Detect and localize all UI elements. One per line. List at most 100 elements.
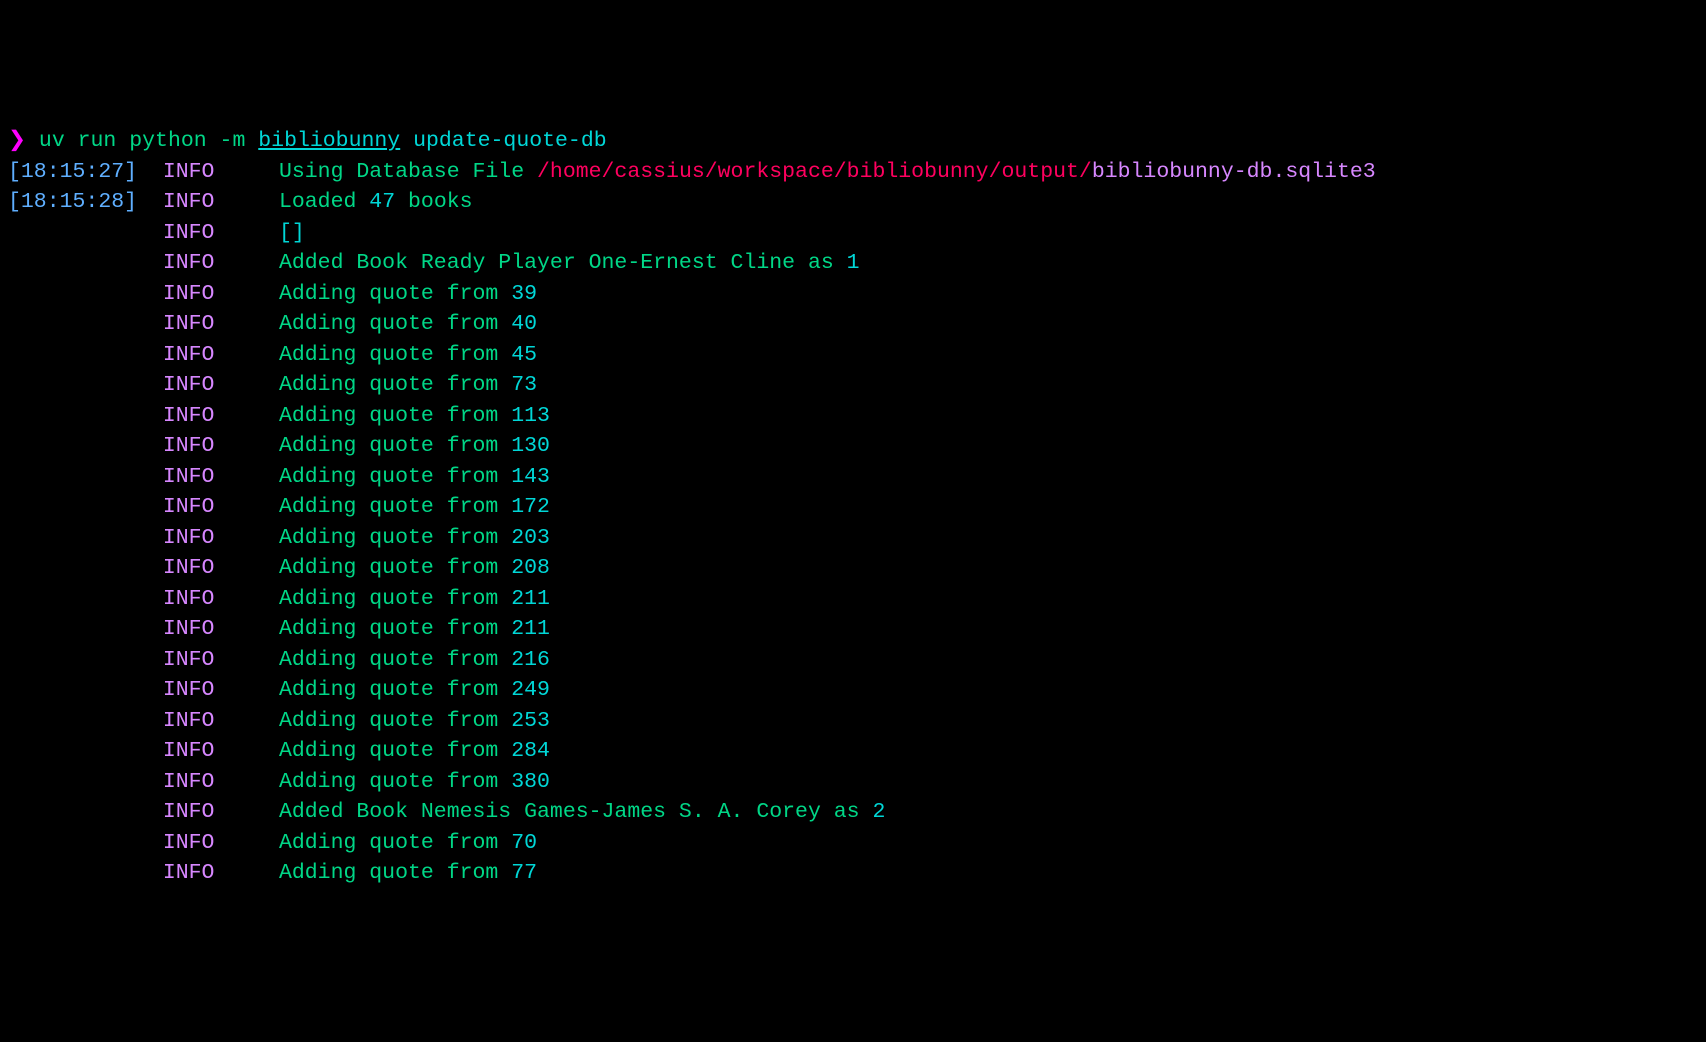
log-line: INFO Adding quote from 208 bbox=[8, 553, 1698, 584]
log-message-part: 211 bbox=[511, 617, 550, 641]
log-message-part: Adding quote from bbox=[279, 678, 511, 702]
log-message-part: 2 bbox=[872, 800, 885, 824]
log-message-part: Adding quote from bbox=[279, 495, 511, 519]
log-line: INFO Adding quote from 70 bbox=[8, 828, 1698, 859]
log-level: INFO bbox=[163, 221, 215, 245]
log-message-part: Adding quote from bbox=[279, 556, 511, 580]
log-level: INFO bbox=[163, 831, 215, 855]
log-message-part: 77 bbox=[511, 861, 537, 885]
log-message-part: 113 bbox=[511, 404, 550, 428]
log-line: INFO Adding quote from 253 bbox=[8, 706, 1698, 737]
log-line: [18:15:28] INFO Loaded 47 books bbox=[8, 187, 1698, 218]
log-message-part: Adding quote from bbox=[279, 343, 511, 367]
log-message-part: 216 bbox=[511, 648, 550, 672]
log-timestamp bbox=[8, 282, 137, 306]
log-level: INFO bbox=[163, 556, 215, 580]
log-level: INFO bbox=[163, 587, 215, 611]
log-line: INFO Adding quote from 211 bbox=[8, 614, 1698, 645]
log-message-part: Adding quote from bbox=[279, 587, 511, 611]
log-message-part: Adding quote from bbox=[279, 282, 511, 306]
log-level: INFO bbox=[163, 160, 215, 184]
log-level: INFO bbox=[163, 739, 215, 763]
log-level: INFO bbox=[163, 434, 215, 458]
log-message-part: [] bbox=[279, 221, 305, 245]
log-line: INFO Adding quote from 284 bbox=[8, 736, 1698, 767]
log-timestamp bbox=[8, 404, 137, 428]
log-line: INFO Adding quote from 130 bbox=[8, 431, 1698, 462]
command-arg: update-quote-db bbox=[400, 129, 606, 153]
log-line: INFO Adding quote from 211 bbox=[8, 584, 1698, 615]
log-timestamp bbox=[8, 861, 137, 885]
log-message-part: Adding quote from bbox=[279, 465, 511, 489]
log-timestamp bbox=[8, 709, 137, 733]
log-timestamp bbox=[8, 831, 137, 855]
log-message-part: Adding quote from bbox=[279, 831, 511, 855]
log-timestamp bbox=[8, 343, 137, 367]
log-message-part: 208 bbox=[511, 556, 550, 580]
log-level: INFO bbox=[163, 526, 215, 550]
log-line: INFO [] bbox=[8, 218, 1698, 249]
log-message-part: 143 bbox=[511, 465, 550, 489]
log-message-part: 380 bbox=[511, 770, 550, 794]
log-message-part: 284 bbox=[511, 739, 550, 763]
log-level: INFO bbox=[163, 800, 215, 824]
log-message-part: Adding quote from bbox=[279, 739, 511, 763]
log-message-part: 47 bbox=[369, 190, 395, 214]
log-message-part: Adding quote from bbox=[279, 861, 511, 885]
log-level: INFO bbox=[163, 373, 215, 397]
log-timestamp: [18:15:27] bbox=[8, 160, 137, 184]
log-message-part: Adding quote from bbox=[279, 404, 511, 428]
prompt-line: ❯ uv run python -m bibliobunny update-qu… bbox=[8, 126, 1698, 157]
log-message-part: Added Book Ready Player One-Ernest Cline… bbox=[279, 251, 847, 275]
log-level: INFO bbox=[163, 770, 215, 794]
log-timestamp bbox=[8, 373, 137, 397]
log-line: INFO Adding quote from 39 bbox=[8, 279, 1698, 310]
log-message-part: 203 bbox=[511, 526, 550, 550]
log-message-part: 45 bbox=[511, 343, 537, 367]
log-message-part: Adding quote from bbox=[279, 312, 511, 336]
log-level: INFO bbox=[163, 678, 215, 702]
log-line: [18:15:27] INFO Using Database File /hom… bbox=[8, 157, 1698, 188]
log-message-part: Adding quote from bbox=[279, 434, 511, 458]
log-timestamp bbox=[8, 251, 137, 275]
log-level: INFO bbox=[163, 343, 215, 367]
prompt-arrow: ❯ bbox=[8, 129, 26, 153]
log-timestamp bbox=[8, 800, 137, 824]
log-line: INFO Adding quote from 380 bbox=[8, 767, 1698, 798]
log-timestamp bbox=[8, 770, 137, 794]
log-line: INFO Adding quote from 113 bbox=[8, 401, 1698, 432]
log-level: INFO bbox=[163, 617, 215, 641]
log-line: INFO Adding quote from 73 bbox=[8, 370, 1698, 401]
log-level: INFO bbox=[163, 709, 215, 733]
log-line: INFO Adding quote from 40 bbox=[8, 309, 1698, 340]
log-message-part: books bbox=[395, 190, 472, 214]
log-message-part: 172 bbox=[511, 495, 550, 519]
log-message-part: 253 bbox=[511, 709, 550, 733]
terminal-output[interactable]: ❯ uv run python -m bibliobunny update-qu… bbox=[8, 126, 1698, 889]
log-level: INFO bbox=[163, 190, 215, 214]
log-level: INFO bbox=[163, 648, 215, 672]
log-timestamp bbox=[8, 312, 137, 336]
log-line: INFO Added Book Ready Player One-Ernest … bbox=[8, 248, 1698, 279]
log-message-part: 40 bbox=[511, 312, 537, 336]
log-message-part: Adding quote from bbox=[279, 770, 511, 794]
log-timestamp: [18:15:28] bbox=[8, 190, 137, 214]
log-message-part: Added Book Nemesis Games-James S. A. Cor… bbox=[279, 800, 873, 824]
log-timestamp bbox=[8, 465, 137, 489]
log-level: INFO bbox=[163, 282, 215, 306]
log-level: INFO bbox=[163, 312, 215, 336]
log-timestamp bbox=[8, 556, 137, 580]
log-timestamp bbox=[8, 221, 137, 245]
log-message-part: Using Database File bbox=[279, 160, 537, 184]
log-line: INFO Adding quote from 203 bbox=[8, 523, 1698, 554]
log-line: INFO Adding quote from 172 bbox=[8, 492, 1698, 523]
log-message-part: 73 bbox=[511, 373, 537, 397]
log-line: INFO Adding quote from 77 bbox=[8, 858, 1698, 889]
log-line: INFO Adding quote from 45 bbox=[8, 340, 1698, 371]
log-line: INFO Adding quote from 216 bbox=[8, 645, 1698, 676]
log-timestamp bbox=[8, 587, 137, 611]
log-timestamp bbox=[8, 617, 137, 641]
log-message-part: 70 bbox=[511, 831, 537, 855]
log-timestamp bbox=[8, 678, 137, 702]
log-timestamp bbox=[8, 434, 137, 458]
